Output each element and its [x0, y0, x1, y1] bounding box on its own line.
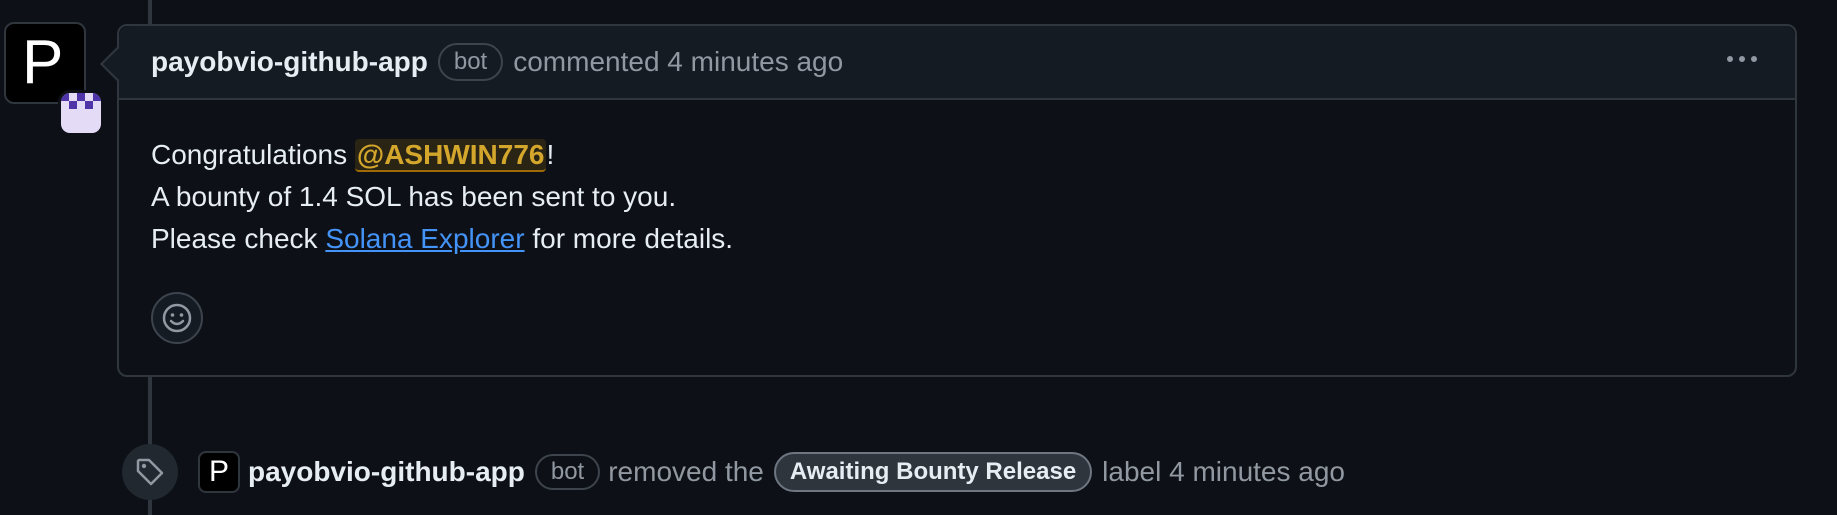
event-author-link[interactable]: payobvio-github-app [248, 456, 525, 488]
event-action-text: removed the [608, 456, 764, 487]
body-text: for more details. [524, 223, 734, 254]
solana-explorer-link[interactable]: Solana Explorer [325, 223, 524, 254]
bot-avatar-badge-icon [58, 90, 104, 136]
avatar-letter: P [22, 28, 64, 97]
body-text: ! [546, 139, 555, 170]
event-suffix-text[interactable]: label 4 minutes ago [1102, 456, 1345, 488]
issue-timeline: P payobvio-github-app bot commented 4 mi… [0, 0, 1837, 515]
comment-body: Congratulations @ASHWIN776! A bounty of … [119, 100, 1795, 260]
body-line-2: A bounty of 1.4 SOL has been sent to you… [151, 181, 677, 212]
smiley-icon [162, 303, 192, 333]
issue-label-awaiting-bounty-release[interactable]: Awaiting Bounty Release [773, 452, 1093, 492]
kebab-horizontal-icon[interactable] [1727, 56, 1757, 62]
comment-header: payobvio-github-app bot commented 4 minu… [100, 26, 1795, 100]
user-mention-link[interactable]: @ASHWIN776 [354, 139, 547, 172]
body-line-3: Please check Solana Explorer for more de… [151, 218, 1763, 260]
body-line-1: Congratulations @ASHWIN776! [151, 134, 1763, 176]
event-bot-label: bot [534, 454, 601, 490]
body-text: Please check [151, 223, 326, 254]
tag-icon [136, 458, 164, 486]
comment-caret [100, 47, 134, 81]
body-text: Congratulations [151, 139, 355, 170]
bot-label: bot [437, 43, 504, 81]
comment-timestamp[interactable]: commented 4 minutes ago [513, 46, 843, 78]
add-reaction-button[interactable] [151, 292, 203, 344]
timeline-event-label-removed: P payobvio-github-app bot removed the Aw… [198, 450, 1345, 494]
avatar[interactable]: P [4, 22, 104, 136]
comment-box: payobvio-github-app bot commented 4 minu… [100, 24, 1797, 377]
event-badge [122, 444, 178, 500]
comment-author-link[interactable]: payobvio-github-app [151, 46, 428, 78]
event-avatar[interactable]: P [198, 451, 240, 493]
